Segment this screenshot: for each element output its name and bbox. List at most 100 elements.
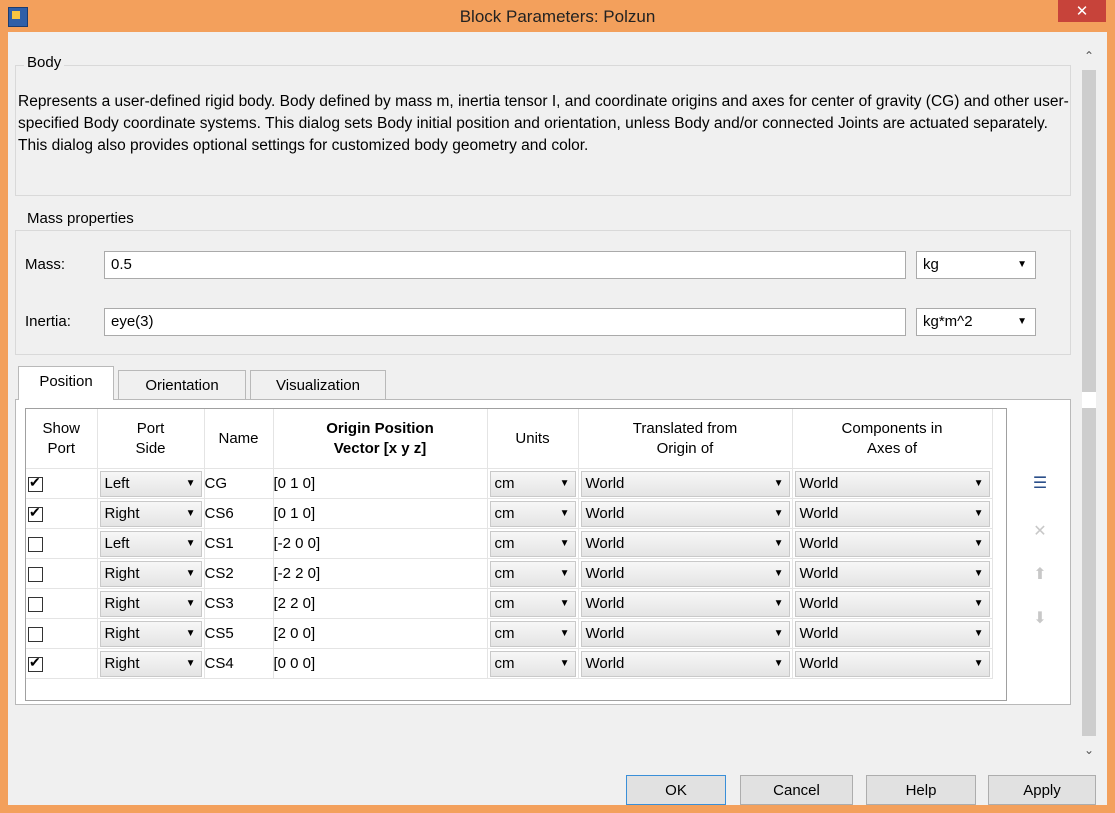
name-cell[interactable]: CS3 [204,588,274,619]
port-side-select[interactable]: Left ▼ [99,530,202,557]
components-in-select[interactable]: World ▼ [794,620,990,647]
ok-button[interactable]: OK [626,775,726,805]
units-select[interactable]: cm ▼ [489,500,576,527]
components-in-select[interactable]: World ▼ [794,560,990,587]
port-side-cell: Left ▼ [97,528,205,559]
name-cell[interactable]: CS4 [204,648,274,679]
components-in-value: World [799,504,839,522]
header-translated-from: Translated from Origin of [578,409,793,469]
header-translated-line1: Translated from [632,419,738,437]
show-port-cell [26,648,98,679]
inertia-unit-select[interactable]: kg*m^2 ▼ [916,308,1036,336]
mass-input[interactable]: 0.5 [104,251,906,279]
translated-from-select[interactable]: World ▼ [580,560,790,587]
translated-cell: World ▼ [578,648,793,679]
units-cell: cm ▼ [487,618,579,649]
move-down-icon[interactable]: ⬇ [1027,605,1053,631]
units-value: cm [494,474,515,492]
cancel-button[interactable]: Cancel [740,775,853,805]
name-cell[interactable]: CS1 [204,528,274,559]
name-cell[interactable]: CS5 [204,618,274,649]
origin-cell[interactable]: [2 0 0] [273,618,488,649]
tab-orientation[interactable]: Orientation [118,370,246,400]
close-button[interactable]: ✕ [1058,0,1106,22]
show-port-checkbox[interactable] [28,596,43,612]
components-in-select[interactable]: World ▼ [794,500,990,527]
help-button[interactable]: Help [866,775,976,805]
show-port-checkbox[interactable] [28,536,43,552]
units-select[interactable]: cm ▼ [489,620,576,647]
inertia-input[interactable]: eye(3) [104,308,906,336]
mass-properties-group [15,230,1071,355]
chevron-down-icon: ▼ [973,477,984,489]
translated-cell: World ▼ [578,618,793,649]
translated-from-select[interactable]: World ▼ [580,500,790,527]
port-side-select[interactable]: Right ▼ [99,500,202,527]
port-side-select[interactable]: Left ▼ [99,470,202,497]
body-group-title: Body [24,54,65,71]
name-cell[interactable]: CS2 [204,558,274,589]
tab-position[interactable]: Position [18,366,114,400]
port-side-select[interactable]: Right ▼ [99,560,202,587]
units-select[interactable]: cm ▼ [489,560,576,587]
components-in-select[interactable]: World ▼ [794,650,990,677]
mass-unit-select[interactable]: kg ▼ [916,251,1036,279]
scroll-thumb[interactable] [1082,392,1096,408]
port-side-select[interactable]: Right ▼ [99,590,202,617]
port-side-value: Left [104,534,130,552]
port-side-select[interactable]: Right ▼ [99,620,202,647]
units-select[interactable]: cm ▼ [489,470,576,497]
origin-cell[interactable]: [-2 0 0] [273,528,488,559]
tab-visualization[interactable]: Visualization [250,370,386,400]
show-port-checkbox[interactable] [28,504,43,522]
components-in-select[interactable]: World ▼ [794,470,990,497]
port-side-cell: Right ▼ [97,648,205,679]
port-side-select[interactable]: Right ▼ [99,650,202,677]
scroll-down-icon[interactable]: ⌄ [1079,740,1099,760]
header-origin-line2: Vector [x y z] [333,439,427,457]
units-select[interactable]: cm ▼ [489,530,576,557]
components-in-select[interactable]: World ▼ [794,530,990,557]
translated-cell: World ▼ [578,498,793,529]
units-select[interactable]: cm ▼ [489,590,576,617]
move-up-icon[interactable]: ⬆ [1027,561,1053,587]
show-port-checkbox[interactable] [28,474,43,492]
show-port-checkbox[interactable] [28,566,43,582]
table-row: Left ▼ CG [0 1 0] cm ▼ World ▼ World ▼ [26,468,993,499]
name-cell[interactable]: CG [204,468,274,499]
header-origin-line1: Origin Position [326,419,434,437]
apply-button[interactable]: Apply [988,775,1096,805]
scroll-up-icon[interactable]: ⌃ [1079,46,1099,66]
origin-cell[interactable]: [0 1 0] [273,468,488,499]
translated-from-select[interactable]: World ▼ [580,620,790,647]
components-in-value: World [799,594,839,612]
mass-unit-value: kg [923,256,939,273]
add-row-icon[interactable]: ☰ [1027,470,1053,496]
translated-from-select[interactable]: World ▼ [580,470,790,497]
chevron-down-icon: ▼ [973,597,984,609]
origin-cell[interactable]: [2 2 0] [273,588,488,619]
units-value: cm [494,534,515,552]
translated-from-value: World [585,504,625,522]
units-cell: cm ▼ [487,588,579,619]
chevron-down-icon: ▼ [185,597,196,609]
units-select[interactable]: cm ▼ [489,650,576,677]
origin-cell[interactable]: [0 1 0] [273,498,488,529]
port-side-cell: Right ▼ [97,558,205,589]
name-cell[interactable]: CS6 [204,498,274,529]
show-port-checkbox[interactable] [28,654,43,672]
translated-from-select[interactable]: World ▼ [580,590,790,617]
chevron-down-icon: ▼ [973,627,984,639]
delete-row-icon[interactable]: ✕ [1027,518,1053,544]
show-port-checkbox[interactable] [28,626,43,642]
vertical-scrollbar[interactable]: ⌃ ⌄ [1079,46,1099,761]
show-port-cell [26,558,98,589]
body-coordinate-systems-table: Show Port Port Side Name Origin Position Ve… [25,408,1007,701]
origin-cell[interactable]: [-2 2 0] [273,558,488,589]
origin-cell[interactable]: [0 0 0] [273,648,488,679]
translated-cell: World ▼ [578,468,793,499]
translated-from-select[interactable]: World ▼ [580,650,790,677]
chevron-down-icon: ▼ [773,567,784,579]
components-in-select[interactable]: World ▼ [794,590,990,617]
translated-from-select[interactable]: World ▼ [580,530,790,557]
